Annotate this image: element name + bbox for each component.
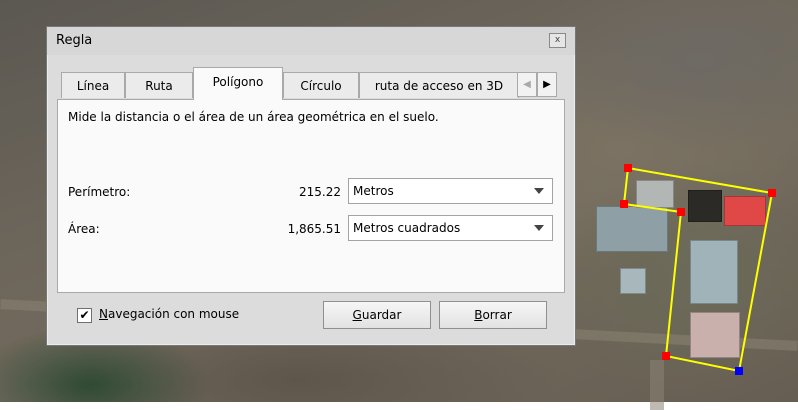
tab-poligono[interactable]: Polígono: [193, 67, 283, 100]
perimeter-unit-select[interactable]: Metros: [348, 178, 553, 204]
save-button[interactable]: Guardar: [323, 301, 431, 329]
polygon-vertex-handle[interactable]: [768, 189, 776, 197]
chevron-left-icon: ◀: [523, 79, 531, 90]
mouse-navigation-label[interactable]: Navegación con mouse: [99, 307, 239, 321]
mouse-navigation-checkbox[interactable]: ✔: [77, 308, 92, 323]
checkmark-icon: ✔: [79, 308, 90, 322]
polygon-vertex-handle[interactable]: [662, 352, 670, 360]
close-button[interactable]: x: [549, 33, 566, 48]
chevron-down-icon: [534, 225, 544, 231]
tab-ruta-3d[interactable]: ruta de acceso en 3D: [359, 72, 519, 98]
area-value: 1,865.51: [287, 222, 341, 236]
area-unit-select[interactable]: Metros cuadrados: [348, 215, 553, 241]
tab-linea[interactable]: Línea: [61, 72, 125, 98]
tab-scroll-left-button[interactable]: ◀: [517, 72, 537, 97]
close-icon: x: [554, 35, 561, 45]
perimeter-unit-value: Metros: [353, 184, 394, 198]
perimeter-label: Perímetro:: [68, 185, 131, 199]
chevron-down-icon: [534, 188, 544, 194]
polygon-vertex-handle[interactable]: [624, 164, 632, 172]
tab-scroll-right-button[interactable]: ▶: [537, 72, 557, 97]
polygon-vertex-handle[interactable]: [735, 367, 743, 375]
polygon-vertex-handle[interactable]: [677, 208, 685, 216]
ruler-dialog: Regla x Línea Ruta Polígono Círculo ruta…: [46, 26, 576, 346]
title-bar[interactable]: Regla x: [47, 27, 575, 55]
area-label: Área:: [68, 222, 100, 236]
chevron-right-icon: ▶: [543, 79, 551, 90]
polygon-vertex-handle[interactable]: [620, 200, 628, 208]
clear-button[interactable]: Borrar: [439, 301, 547, 329]
polygon-tab-panel: Mide la distancia o el área de un área g…: [57, 99, 565, 293]
description-text: Mide la distancia o el área de un área g…: [68, 110, 439, 124]
area-unit-value: Metros cuadrados: [353, 221, 461, 235]
tab-circulo[interactable]: Círculo: [283, 72, 359, 98]
tab-ruta[interactable]: Ruta: [125, 72, 193, 98]
perimeter-value: 215.22: [299, 185, 341, 199]
dialog-title: Regla: [56, 33, 93, 48]
